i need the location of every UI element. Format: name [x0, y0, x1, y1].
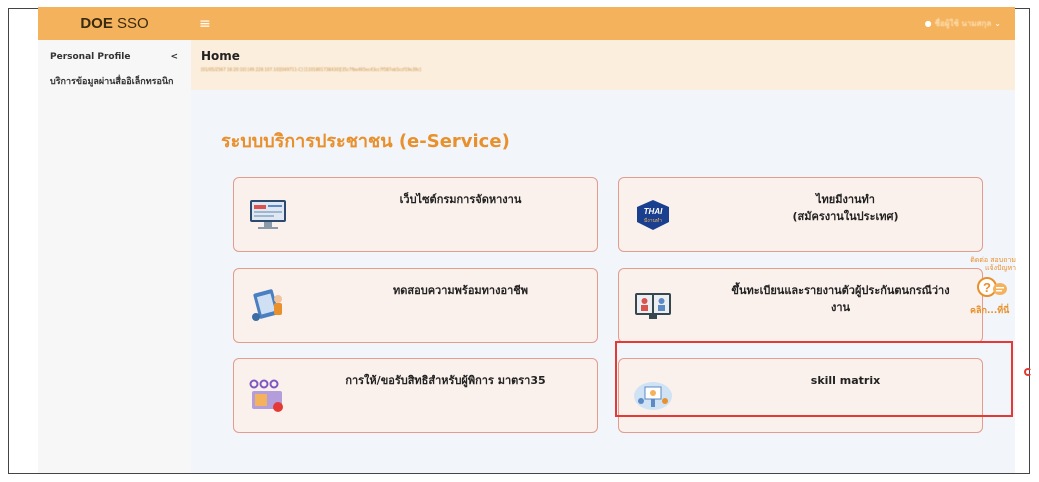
user-menu[interactable]: ● ชื่อผู้ใช้ นามสกุล ⌄: [925, 17, 1001, 30]
sidebar-item-label: บริการข้อมูลผ่านสื่ออิเล็กทรอนิก: [50, 77, 174, 87]
card-label: ทดสอบความพร้อมทางอาชีพ: [393, 284, 528, 297]
unemployment-register-icon: [635, 293, 671, 319]
help-contact-text: ติดต่อ สอบถาม แจ้งปัญหา: [970, 256, 1016, 272]
section-title: ระบบบริการประชาชน (e-Service): [221, 131, 510, 152]
sidebar-item-personal-profile[interactable]: Personal Profile <: [50, 52, 178, 62]
card-disability-rights[interactable]: การให้/ขอรับสิทธิสำหรับผู้พิการ มาตรา35: [233, 358, 598, 433]
brand-logo[interactable]: DOE SSO: [38, 15, 191, 32]
card-label: ขึ้นทะเบียนและรายงานตัวผู้ประกันตนกรณีว่…: [731, 284, 950, 314]
user-name: ชื่อผู้ใช้ นามสกุล: [934, 19, 992, 28]
page-title: Home: [201, 49, 240, 63]
help-click-text: คลิก...ที่นี่: [970, 306, 1010, 316]
card-label: ไทยมีงานทำ (สมัครงานในประเทศ): [792, 193, 899, 223]
session-info: [01/05/2567 18:20:10] [49.228.107.10][04…: [201, 67, 422, 72]
chevron-down-icon: ⌄: [994, 19, 1001, 28]
disability-rights-icon: [249, 379, 283, 412]
user-icon: ●: [924, 19, 932, 28]
brand-light: SSO: [117, 15, 149, 32]
highlight-annotation: [615, 341, 1013, 417]
chevron-left-icon: <: [170, 52, 178, 62]
sidebar: Personal Profile < บริการข้อมูลผ่านสื่ออ…: [38, 40, 191, 473]
help-contact-badge[interactable]: ติดต่อ สอบถาม แจ้งปัญหา ? คลิก...ที่นี่: [968, 256, 1016, 317]
brand-bold: DOE: [80, 15, 113, 32]
card-unemployment-register[interactable]: ขึ้นทะเบียนและรายงานตัวผู้ประกันตนกรณีว่…: [618, 268, 983, 343]
thai-mee-ngan-tam-icon: THAI มีงานทำ: [637, 200, 669, 230]
top-bar: DOE SSO ≡ ● ชื่อผู้ใช้ นามสกุล ⌄: [38, 7, 1015, 40]
sidebar-item-label: Personal Profile: [50, 52, 131, 62]
card-thai-mee-ngan-tam[interactable]: THAI มีงานทำ ไทยมีงานทำ (สมัครงานในประเท…: [618, 177, 983, 252]
icon-text-top: THAI: [644, 207, 663, 216]
svg-text:?: ?: [983, 280, 991, 295]
annotation-marker: [1024, 368, 1032, 376]
sidebar-item-electronic-services[interactable]: บริการข้อมูลผ่านสื่ออิเล็กทรอนิก: [50, 74, 178, 88]
card-label: การให้/ขอรับสิทธิสำหรับผู้พิการ มาตรา35: [345, 374, 546, 387]
website-icon: [250, 200, 286, 229]
card-doe-website[interactable]: เว็บไซต์กรมการจัดหางาน: [233, 177, 598, 252]
question-chat-icon: ?: [977, 277, 1007, 297]
card-career-readiness-test[interactable]: ทดสอบความพร้อมทางอาชีพ: [233, 268, 598, 343]
page-header: Home [01/05/2567 18:20:10] [49.228.107.1…: [191, 40, 1015, 90]
card-label: เว็บไซต์กรมการจัดหางาน: [399, 193, 522, 206]
hamburger-menu-icon[interactable]: ≡: [199, 17, 211, 31]
icon-text-bottom: มีงานทำ: [644, 217, 662, 224]
career-test-icon: [252, 289, 282, 321]
